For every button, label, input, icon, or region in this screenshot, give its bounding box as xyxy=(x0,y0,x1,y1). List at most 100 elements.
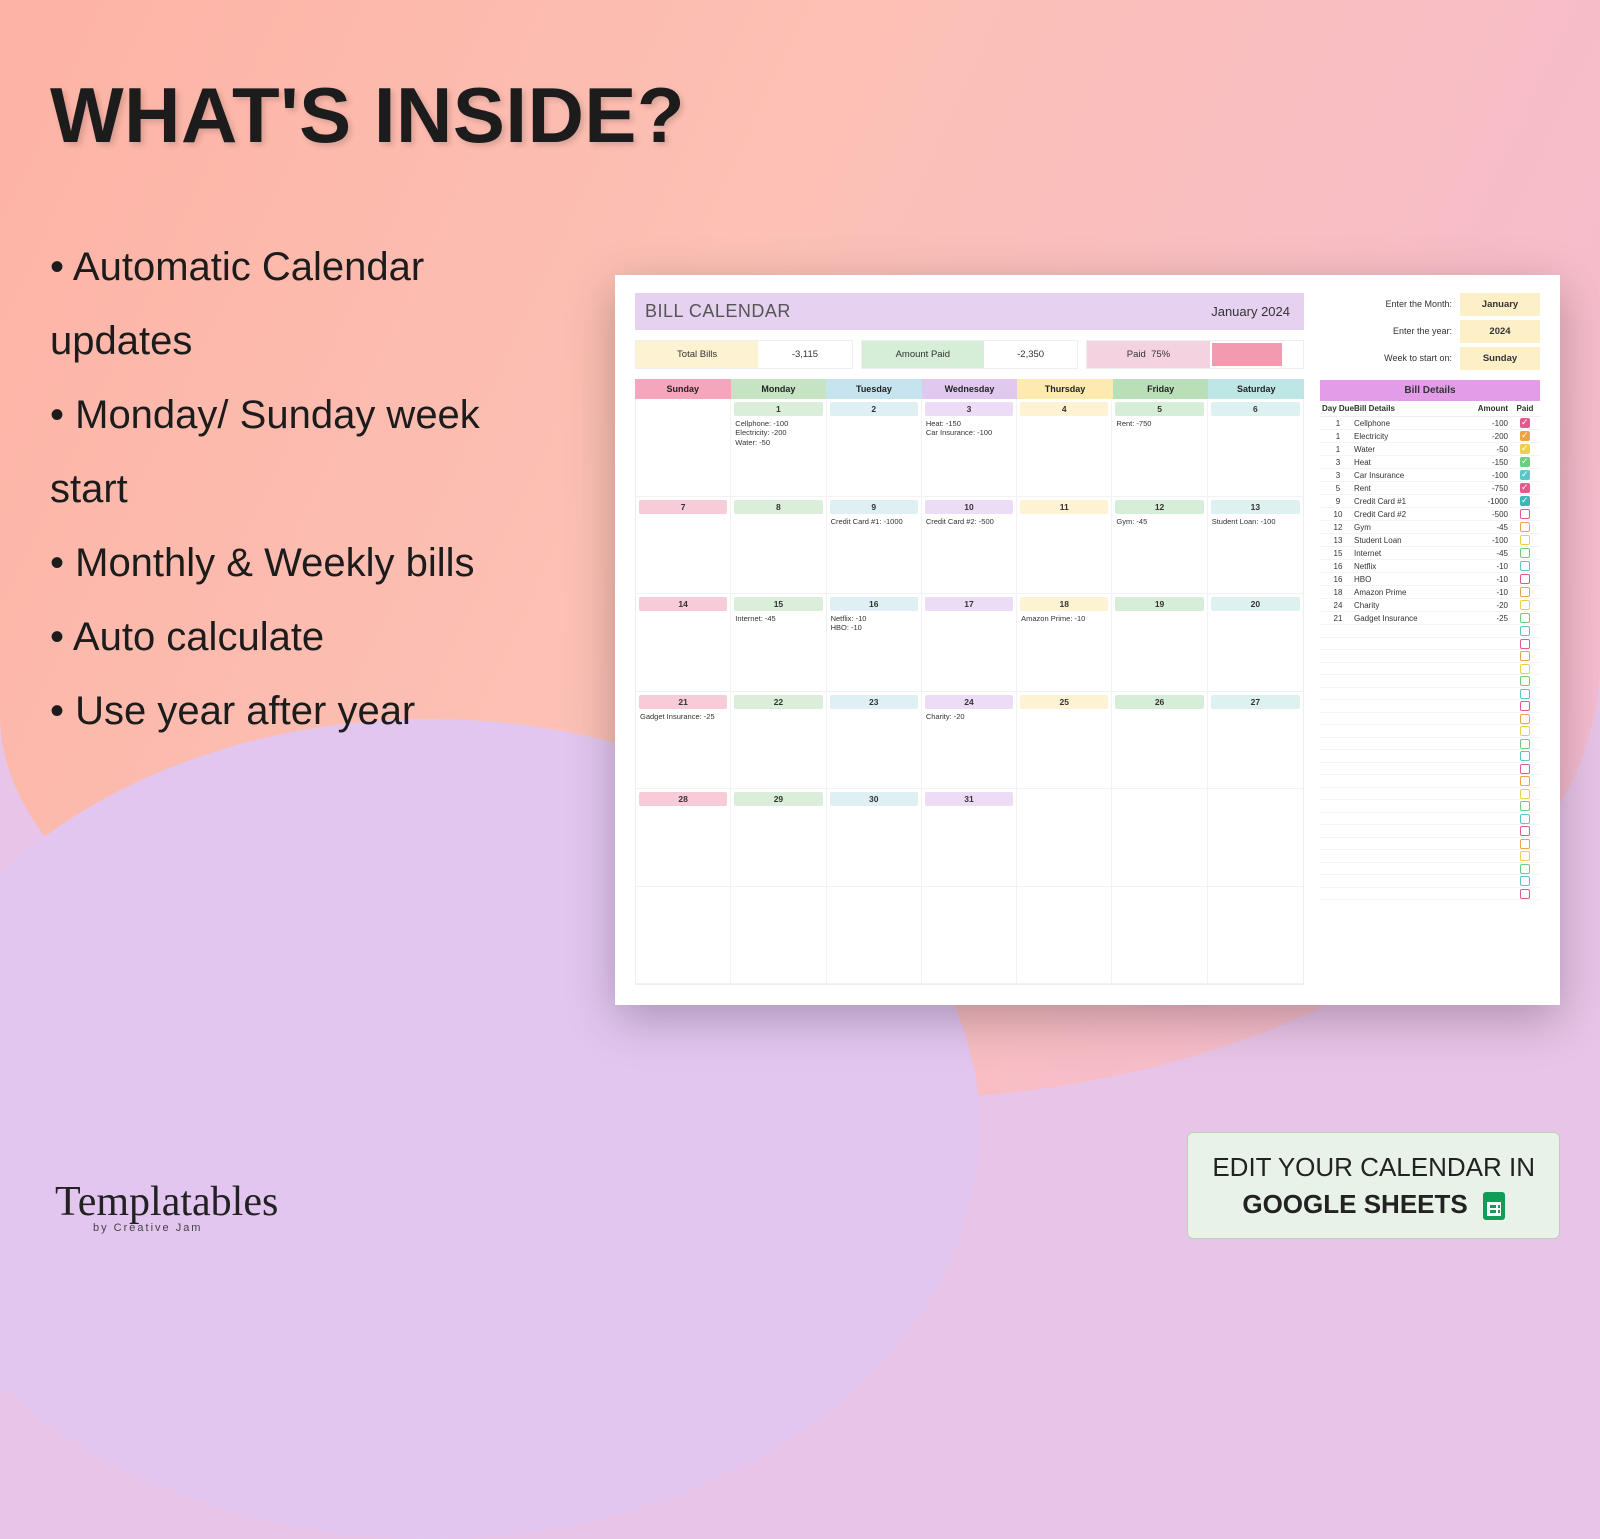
paid-checkbox[interactable] xyxy=(1520,561,1530,571)
paid-checkbox[interactable] xyxy=(1520,789,1530,799)
calendar-cell[interactable]: 5 Rent: -750 xyxy=(1112,399,1207,497)
bill-row: 16 Netflix -10 xyxy=(1320,560,1540,573)
day-number: 10 xyxy=(925,500,1013,514)
calendar-cell[interactable]: 13 Student Loan: -100 xyxy=(1208,497,1303,595)
calendar-cell[interactable]: 24 Charity: -20 xyxy=(922,692,1017,790)
calendar-cell-empty xyxy=(731,887,826,985)
calendar-cell[interactable]: 10 Credit Card #2: -500 xyxy=(922,497,1017,595)
paid-checkbox[interactable] xyxy=(1520,457,1530,467)
calendar-cell[interactable]: 2 xyxy=(827,399,922,497)
bill-day: 10 xyxy=(1322,510,1354,519)
paid-checkbox[interactable] xyxy=(1520,701,1530,711)
calendar-cell[interactable]: 17 xyxy=(922,594,1017,692)
day-number: 18 xyxy=(1020,597,1108,611)
paid-checkbox[interactable] xyxy=(1520,726,1530,736)
calendar-cell[interactable]: 30 xyxy=(827,789,922,887)
paid-checkbox[interactable] xyxy=(1520,851,1530,861)
setting-value[interactable]: 2024 xyxy=(1460,320,1540,343)
paid-checkbox[interactable] xyxy=(1520,889,1530,899)
calendar-cell[interactable]: 18 Amazon Prime: -10 xyxy=(1017,594,1112,692)
calendar-cell[interactable]: 16 Netflix: -10HBO: -10 xyxy=(827,594,922,692)
paid-checkbox[interactable] xyxy=(1520,600,1530,610)
paid-checkbox[interactable] xyxy=(1520,864,1530,874)
calendar-cell[interactable]: 19 xyxy=(1112,594,1207,692)
paid-checkbox[interactable] xyxy=(1520,522,1530,532)
paid-checkbox[interactable] xyxy=(1520,483,1530,493)
bill-details-empty-rows xyxy=(1320,625,1540,985)
paid-checkbox[interactable] xyxy=(1520,431,1530,441)
bill-day: 12 xyxy=(1322,523,1354,532)
calendar-cell[interactable]: 8 xyxy=(731,497,826,595)
bill-event: Electricity: -200 xyxy=(731,428,825,437)
calendar-cell[interactable]: 11 xyxy=(1017,497,1112,595)
paid-checkbox[interactable] xyxy=(1520,776,1530,786)
paid-checkbox[interactable] xyxy=(1520,826,1530,836)
paid-checkbox[interactable] xyxy=(1520,587,1530,597)
paid-checkbox[interactable] xyxy=(1520,689,1530,699)
bill-row-empty xyxy=(1320,750,1540,763)
paid-checkbox[interactable] xyxy=(1520,839,1530,849)
paid-checkbox[interactable] xyxy=(1520,470,1530,480)
bill-row: 18 Amazon Prime -10 xyxy=(1320,586,1540,599)
calendar-grid: 1 Cellphone: -100Electricity: -200Water:… xyxy=(635,399,1304,985)
bill-row: 1 Cellphone -100 xyxy=(1320,417,1540,430)
setting-value[interactable]: January xyxy=(1460,293,1540,316)
calendar-cell[interactable]: 29 xyxy=(731,789,826,887)
paid-checkbox[interactable] xyxy=(1520,496,1530,506)
calendar-cell[interactable]: 23 xyxy=(827,692,922,790)
calendar-cell[interactable]: 25 xyxy=(1017,692,1112,790)
bill-event: Cellphone: -100 xyxy=(731,419,825,428)
calendar-cell[interactable]: 31 xyxy=(922,789,1017,887)
setting-value[interactable]: Sunday xyxy=(1460,347,1540,370)
paid-checkbox[interactable] xyxy=(1520,739,1530,749)
paid-checkbox[interactable] xyxy=(1520,574,1530,584)
bill-row: 9 Credit Card #1 -1000 xyxy=(1320,495,1540,508)
bill-row-empty xyxy=(1320,700,1540,713)
paid-checkbox[interactable] xyxy=(1520,418,1530,428)
calendar-cell[interactable]: 4 xyxy=(1017,399,1112,497)
paid-checkbox[interactable] xyxy=(1520,751,1530,761)
paid-checkbox[interactable] xyxy=(1520,613,1530,623)
paid-checkbox[interactable] xyxy=(1520,814,1530,824)
paid-checkbox[interactable] xyxy=(1520,651,1530,661)
paid-checkbox[interactable] xyxy=(1520,676,1530,686)
paid-checkbox[interactable] xyxy=(1520,764,1530,774)
calendar-cell[interactable]: 22 xyxy=(731,692,826,790)
calendar-cell[interactable]: 9 Credit Card #1: -1000 xyxy=(827,497,922,595)
bill-row-empty xyxy=(1320,650,1540,663)
paid-checkbox[interactable] xyxy=(1520,664,1530,674)
paid-checkbox[interactable] xyxy=(1520,639,1530,649)
paid-checkbox[interactable] xyxy=(1520,801,1530,811)
paid-checkbox[interactable] xyxy=(1520,535,1530,545)
bill-event: Car Insurance: -100 xyxy=(922,428,1016,437)
logo-name: Templatables xyxy=(55,1179,278,1225)
bill-day: 3 xyxy=(1322,458,1354,467)
calendar-cell[interactable]: 12 Gym: -45 xyxy=(1112,497,1207,595)
bill-name: Credit Card #1 xyxy=(1354,497,1464,506)
calendar-cell[interactable]: 6 xyxy=(1208,399,1303,497)
calendar-cell[interactable]: 14 xyxy=(636,594,731,692)
calendar-cell[interactable]: 27 xyxy=(1208,692,1303,790)
bill-event: Water: -50 xyxy=(731,438,825,447)
calendar-cell[interactable]: 26 xyxy=(1112,692,1207,790)
calendar-cell[interactable]: 21 Gadget Insurance: -25 xyxy=(636,692,731,790)
calendar-cell[interactable]: 1 Cellphone: -100Electricity: -200Water:… xyxy=(731,399,826,497)
spreadsheet-preview: BILL CALENDAR January 2024 Total Bills -… xyxy=(615,275,1560,1005)
calendar-cell[interactable]: 28 xyxy=(636,789,731,887)
day-number: 30 xyxy=(830,792,918,806)
paid-checkbox[interactable] xyxy=(1520,626,1530,636)
paid-checkbox[interactable] xyxy=(1520,548,1530,558)
paid-checkbox[interactable] xyxy=(1520,444,1530,454)
bill-amount: -100 xyxy=(1464,419,1512,428)
paid-checkbox[interactable] xyxy=(1520,876,1530,886)
stat-label: Amount Paid xyxy=(862,341,984,368)
calendar-cell[interactable]: 20 xyxy=(1208,594,1303,692)
bill-row: 3 Car Insurance -100 xyxy=(1320,469,1540,482)
calendar-cell[interactable]: 7 xyxy=(636,497,731,595)
calendar-cell[interactable]: 15 Internet: -45 xyxy=(731,594,826,692)
paid-checkbox[interactable] xyxy=(1520,509,1530,519)
paid-checkbox[interactable] xyxy=(1520,714,1530,724)
bill-row-empty xyxy=(1320,775,1540,788)
bill-details-header: Bill Details xyxy=(1320,380,1540,401)
calendar-cell[interactable]: 3 Heat: -150Car Insurance: -100 xyxy=(922,399,1017,497)
